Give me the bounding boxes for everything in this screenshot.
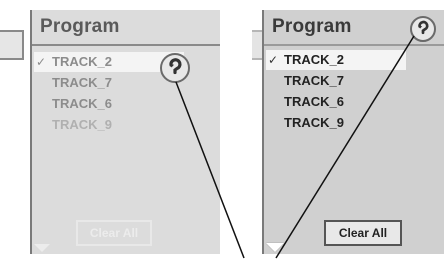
callout-line-right [275, 35, 415, 259]
callout-line-left [175, 81, 245, 259]
callout-lines [175, 35, 415, 259]
